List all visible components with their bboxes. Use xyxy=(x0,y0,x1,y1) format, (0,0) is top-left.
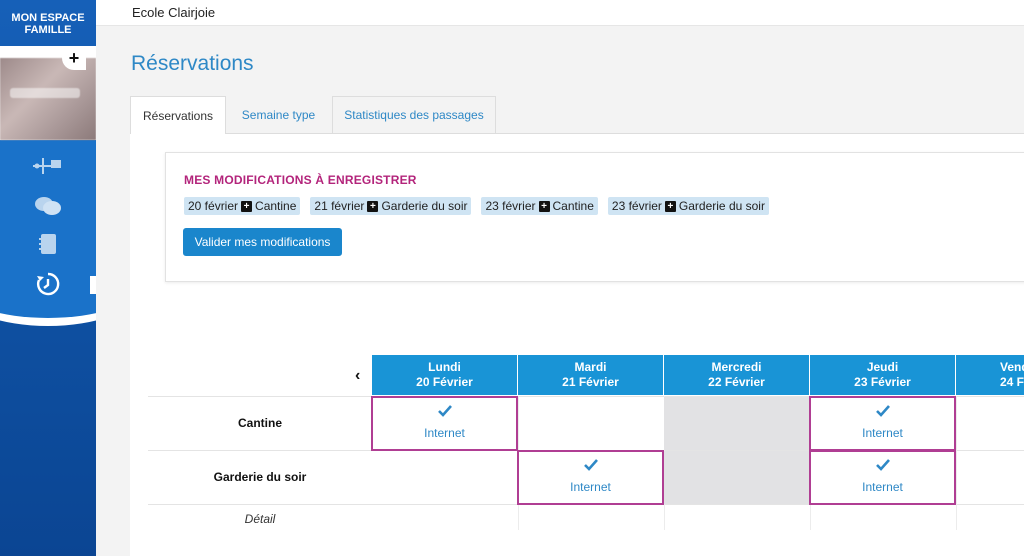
check-icon xyxy=(519,458,662,474)
avatar[interactable] xyxy=(0,58,96,140)
day-header-tuesday: Mardi 21 Février xyxy=(518,355,664,395)
plus-square-icon: + xyxy=(367,200,379,212)
tab-statistiques[interactable]: Statistiques des passages xyxy=(332,96,496,133)
booking-cell-garderie-thursday[interactable]: Internet xyxy=(809,450,956,505)
tabs-baseline xyxy=(130,133,1024,134)
day-date: 22 Février xyxy=(708,375,765,389)
page-title: Réservations xyxy=(131,52,254,75)
chip-date: 23 février xyxy=(611,199,662,213)
closed-cell xyxy=(664,397,810,450)
active-nav-marker xyxy=(90,276,96,294)
day-name: Vendredi xyxy=(1000,360,1024,374)
chip-activity: Cantine xyxy=(552,199,594,213)
modification-chip: 23 février + Garderie du soir xyxy=(607,197,769,215)
chip-activity: Garderie du soir xyxy=(678,199,765,213)
previous-week-chevron-icon[interactable]: ‹ xyxy=(355,367,360,385)
booking-source: Internet xyxy=(424,426,465,440)
chip-date: 21 février xyxy=(314,199,365,213)
grid-line xyxy=(956,396,957,530)
day-name: Mardi xyxy=(574,360,607,374)
day-name: Jeudi xyxy=(866,360,899,374)
add-child-button[interactable]: + xyxy=(62,48,86,70)
day-name: Lundi xyxy=(428,360,461,374)
detail-link[interactable]: Détail xyxy=(148,512,372,526)
booking-cell-cantine-monday[interactable]: Internet xyxy=(371,396,518,451)
school-name[interactable]: Ecole Clairjoie xyxy=(132,5,215,20)
chip-date: 20 février xyxy=(188,199,239,213)
plus-square-icon: + xyxy=(241,200,253,212)
brand-line-1: MON ESPACE xyxy=(11,12,85,24)
check-icon xyxy=(811,404,954,420)
day-header-wednesday: Mercredi 22 Février xyxy=(664,355,810,395)
check-icon xyxy=(373,404,516,420)
chip-activity: Garderie du soir xyxy=(381,199,468,213)
booking-source: Internet xyxy=(862,480,903,494)
closed-cell xyxy=(664,451,810,504)
brand-line-2: FAMILLE xyxy=(24,24,72,36)
modification-chip: 20 février + Cantine xyxy=(184,197,301,215)
validate-modifications-button[interactable]: Valider mes modifications xyxy=(183,228,342,256)
sidebar: MON ESPACE FAMILLE + xyxy=(0,0,96,556)
booking-cell-garderie-tuesday[interactable]: Internet xyxy=(517,450,664,505)
flow-icon[interactable] xyxy=(30,150,66,178)
notebook-icon[interactable] xyxy=(30,230,66,258)
chat-icon[interactable] xyxy=(30,192,66,220)
modification-chip: 21 février + Garderie du soir xyxy=(310,197,472,215)
avatar-name-blurred xyxy=(10,88,80,98)
app-root: MON ESPACE FAMILLE + Ecole Clairjoie Rés… xyxy=(0,0,1024,556)
day-date: 23 Février xyxy=(854,375,911,389)
tab-semaine-type[interactable]: Semaine type xyxy=(226,96,332,133)
tab-reservations[interactable]: Réservations xyxy=(130,96,226,134)
brand-logo[interactable]: MON ESPACE FAMILLE xyxy=(0,12,96,36)
booking-cell-cantine-thursday[interactable]: Internet xyxy=(809,396,956,451)
plus-square-icon: + xyxy=(538,200,550,212)
booking-source: Internet xyxy=(862,426,903,440)
day-date: 21 Février xyxy=(562,375,619,389)
day-header-thursday: Jeudi 23 Février xyxy=(810,355,956,395)
modification-list: 20 février + Cantine 21 février + Garder… xyxy=(184,197,779,215)
pending-modifications-card: MES MODIFICATIONS À ENREGISTRER 20 févri… xyxy=(165,152,1024,282)
booking-source: Internet xyxy=(570,480,611,494)
plus-square-icon: + xyxy=(664,200,676,212)
chip-date: 23 février xyxy=(485,199,536,213)
topbar: Ecole Clairjoie xyxy=(96,0,1024,26)
day-name: Mercredi xyxy=(711,360,762,374)
row-label-garderie: Garderie du soir xyxy=(213,470,307,484)
day-header-monday: Lundi 20 Février xyxy=(372,355,518,395)
check-icon xyxy=(811,458,954,474)
modification-chip: 23 février + Cantine xyxy=(481,197,598,215)
day-date: 20 Février xyxy=(416,375,473,389)
row-label-cantine: Cantine xyxy=(237,416,282,430)
card-title: MES MODIFICATIONS À ENREGISTRER xyxy=(184,173,417,187)
day-date: 24 Février xyxy=(1000,375,1024,389)
history-icon[interactable] xyxy=(30,270,66,298)
chip-activity: Cantine xyxy=(255,199,297,213)
day-header-friday: Vendredi 24 Février xyxy=(956,355,1024,395)
